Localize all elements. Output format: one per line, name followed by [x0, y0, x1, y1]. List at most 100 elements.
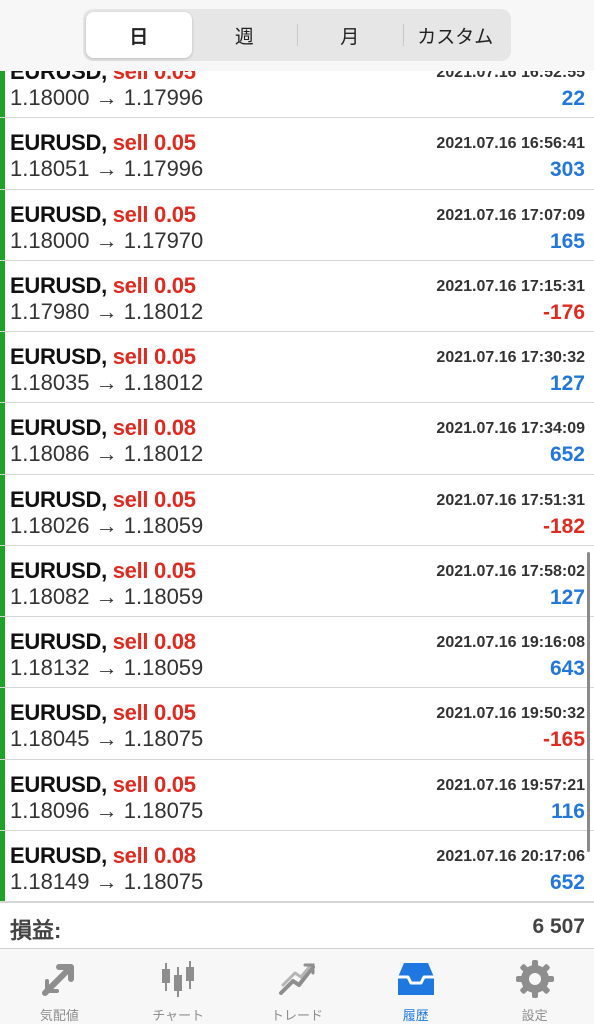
- trade-time: 2021.07.16 19:57:21: [436, 776, 585, 794]
- profit-summary: 損益: 6 507: [0, 902, 594, 948]
- segment-day[interactable]: 日: [86, 12, 192, 58]
- trade-row[interactable]: EURUSD, sell 0.05 2021.07.16 17:58:02 1.…: [0, 545, 594, 617]
- symbol-name: EURUSD,: [10, 130, 107, 156]
- trade-symbol: EURUSD, sell 0.05: [10, 273, 196, 299]
- trade-side: sell 0.05: [112, 344, 196, 369]
- trade-symbol: EURUSD, sell 0.05: [10, 772, 196, 798]
- tab-history[interactable]: 履歴: [356, 949, 475, 1024]
- symbol-name: EURUSD,: [10, 486, 107, 512]
- tab-trade-label: トレード: [270, 1008, 323, 1023]
- trade-type-bar: [0, 189, 5, 260]
- tab-settings-label: 設定: [521, 1008, 548, 1023]
- symbol-name: EURUSD,: [10, 557, 107, 583]
- trade-symbol: EURUSD, sell 0.05: [10, 558, 196, 584]
- segment-month[interactable]: 月: [297, 12, 403, 58]
- profit-summary-label: 損益:: [10, 918, 62, 943]
- trade-row[interactable]: EURUSD, sell 0.05 2021.07.16 16:56:41 1.…: [0, 118, 594, 190]
- trade-prices: 1.18051 → 1.17996: [10, 156, 204, 182]
- trade-time: 2021.07.16 17:51:31: [436, 491, 585, 509]
- trade-type-bar: [0, 617, 5, 688]
- trade-row[interactable]: EURUSD, sell 0.05 2021.07.16 17:15:31 1.…: [0, 260, 594, 332]
- trade-profit: 127: [549, 585, 585, 609]
- trade-side: sell 0.08: [112, 629, 196, 654]
- trade-time: 2021.07.16 19:50:32: [436, 705, 585, 723]
- segment-custom[interactable]: カスタム: [402, 12, 509, 58]
- segment-week[interactable]: 週: [192, 12, 298, 58]
- period-header: 日 週 月 カスタム: [0, 0, 594, 71]
- symbol-name: EURUSD,: [10, 344, 107, 369]
- symbol-name: EURUSD,: [10, 842, 107, 868]
- trade-profit: 652: [549, 443, 585, 467]
- trade-row[interactable]: EURUSD, sell 0.05 2021.07.16 17:51:31 1.…: [0, 474, 594, 546]
- trade-profit: 127: [549, 372, 585, 395]
- trade-symbol: EURUSD, sell 0.08: [10, 415, 196, 441]
- trade-row[interactable]: EURUSD, sell 0.05 2021.07.16 19:50:32 1.…: [0, 688, 594, 760]
- trade-time: 2021.07.16 20:17:06: [436, 847, 585, 865]
- trade-prices: 1.18096 → 1.18075: [10, 797, 204, 823]
- trade-side: sell 0.05: [112, 486, 196, 512]
- trade-prices: 1.18000 → 1.17970: [10, 227, 204, 253]
- trade-type-bar: [0, 332, 5, 403]
- trade-type-bar: [0, 403, 5, 474]
- chart-icon: [162, 961, 195, 997]
- trade-prices: 1.18086 → 1.18012: [10, 441, 204, 467]
- trade-time: 2021.07.16 16:56:41: [436, 135, 585, 153]
- history-icon: [397, 963, 434, 995]
- trade-prices: 1.18026 → 1.18059: [10, 512, 204, 538]
- trade-time: 2021.07.16 17:58:02: [436, 562, 585, 580]
- trade-time: 2021.07.16 17:15:31: [436, 277, 585, 295]
- profit-summary-value: 6 507: [532, 915, 585, 938]
- tab-quotes[interactable]: 気配値: [0, 949, 119, 1024]
- tab-quotes-label: 気配値: [39, 1008, 79, 1023]
- trade-profit: -176: [542, 300, 585, 324]
- trade-prices: 1.18045 → 1.18075: [10, 726, 204, 752]
- trade-prices: 1.18132 → 1.18059: [10, 655, 204, 680]
- trade-symbol: EURUSD, sell 0.05: [10, 344, 196, 370]
- tab-history-label: 履歴: [402, 1008, 429, 1023]
- trade-row[interactable]: EURUSD, sell 0.08 2021.07.16 20:17:06 1.…: [0, 830, 594, 902]
- trade-prices: 1.18149 → 1.18075: [10, 868, 204, 894]
- trade-type-bar: [0, 759, 5, 830]
- trade-time: 2021.07.16 17:30:32: [436, 349, 585, 366]
- trade-row[interactable]: EURUSD, sell 0.08 2021.07.16 17:34:09 1.…: [0, 403, 594, 475]
- trade-symbol: EURUSD, sell 0.05: [10, 487, 196, 513]
- trade-side: sell 0.08: [112, 842, 196, 868]
- scroll-indicator[interactable]: [587, 552, 590, 852]
- trade-type-bar: [0, 830, 5, 901]
- trade-side: sell 0.08: [112, 415, 196, 441]
- trade-symbol: EURUSD, sell 0.05: [10, 130, 196, 156]
- tab-chart-label: チャート: [152, 1008, 205, 1023]
- bottom-tab-bar: 気配値 チャート トレード 履歴 設定: [0, 948, 594, 1024]
- trade-type-bar: [0, 260, 5, 331]
- trade-profit: 303: [549, 158, 585, 182]
- trade-profit: 643: [549, 657, 585, 680]
- trade-row[interactable]: EURUSD, sell 0.05 2021.07.16 17:30:32 1.…: [0, 332, 594, 404]
- trade-side: sell 0.05: [112, 700, 196, 726]
- trade-type-bar: [0, 545, 5, 616]
- trade-side: sell 0.05: [112, 557, 196, 583]
- trade-prices: 1.17980 → 1.18012: [10, 298, 204, 324]
- settings-icon: [515, 960, 554, 998]
- trade-symbol: EURUSD, sell 0.08: [10, 843, 196, 869]
- trade-history-list[interactable]: EURUSD, sell 0.05 2021.07.16 16:52:55 1.…: [0, 47, 594, 902]
- trade-type-bar: [0, 118, 5, 189]
- trade-row[interactable]: EURUSD, sell 0.05 2021.07.16 17:07:09 1.…: [0, 189, 594, 261]
- tab-trade[interactable]: トレード: [238, 949, 357, 1024]
- symbol-name: EURUSD,: [10, 415, 107, 441]
- trade-profit: -165: [542, 728, 585, 752]
- trade-time: 2021.07.16 17:34:09: [436, 420, 585, 438]
- tab-chart[interactable]: チャート: [119, 949, 238, 1024]
- trade-row[interactable]: EURUSD, sell 0.05 2021.07.16 19:57:21 1.…: [0, 759, 594, 831]
- trade-symbol: EURUSD, sell 0.05: [10, 700, 196, 726]
- quotes-icon: [42, 964, 75, 996]
- trade-prices: 1.18035 → 1.18012: [10, 370, 204, 395]
- trade-profit: 116: [551, 799, 585, 823]
- trade-icon: [278, 963, 315, 995]
- trade-prices: 1.18082 → 1.18059: [10, 583, 204, 609]
- trade-time: 2021.07.16 19:16:08: [436, 634, 585, 651]
- trade-type-bar: [0, 474, 5, 545]
- trade-row[interactable]: EURUSD, sell 0.08 2021.07.16 19:16:08 1.…: [0, 617, 594, 689]
- tab-settings[interactable]: 設定: [475, 949, 594, 1024]
- trade-prices: 1.18000 → 1.17996: [10, 85, 204, 110]
- period-segmented-control: 日 週 月 カスタム: [83, 9, 511, 61]
